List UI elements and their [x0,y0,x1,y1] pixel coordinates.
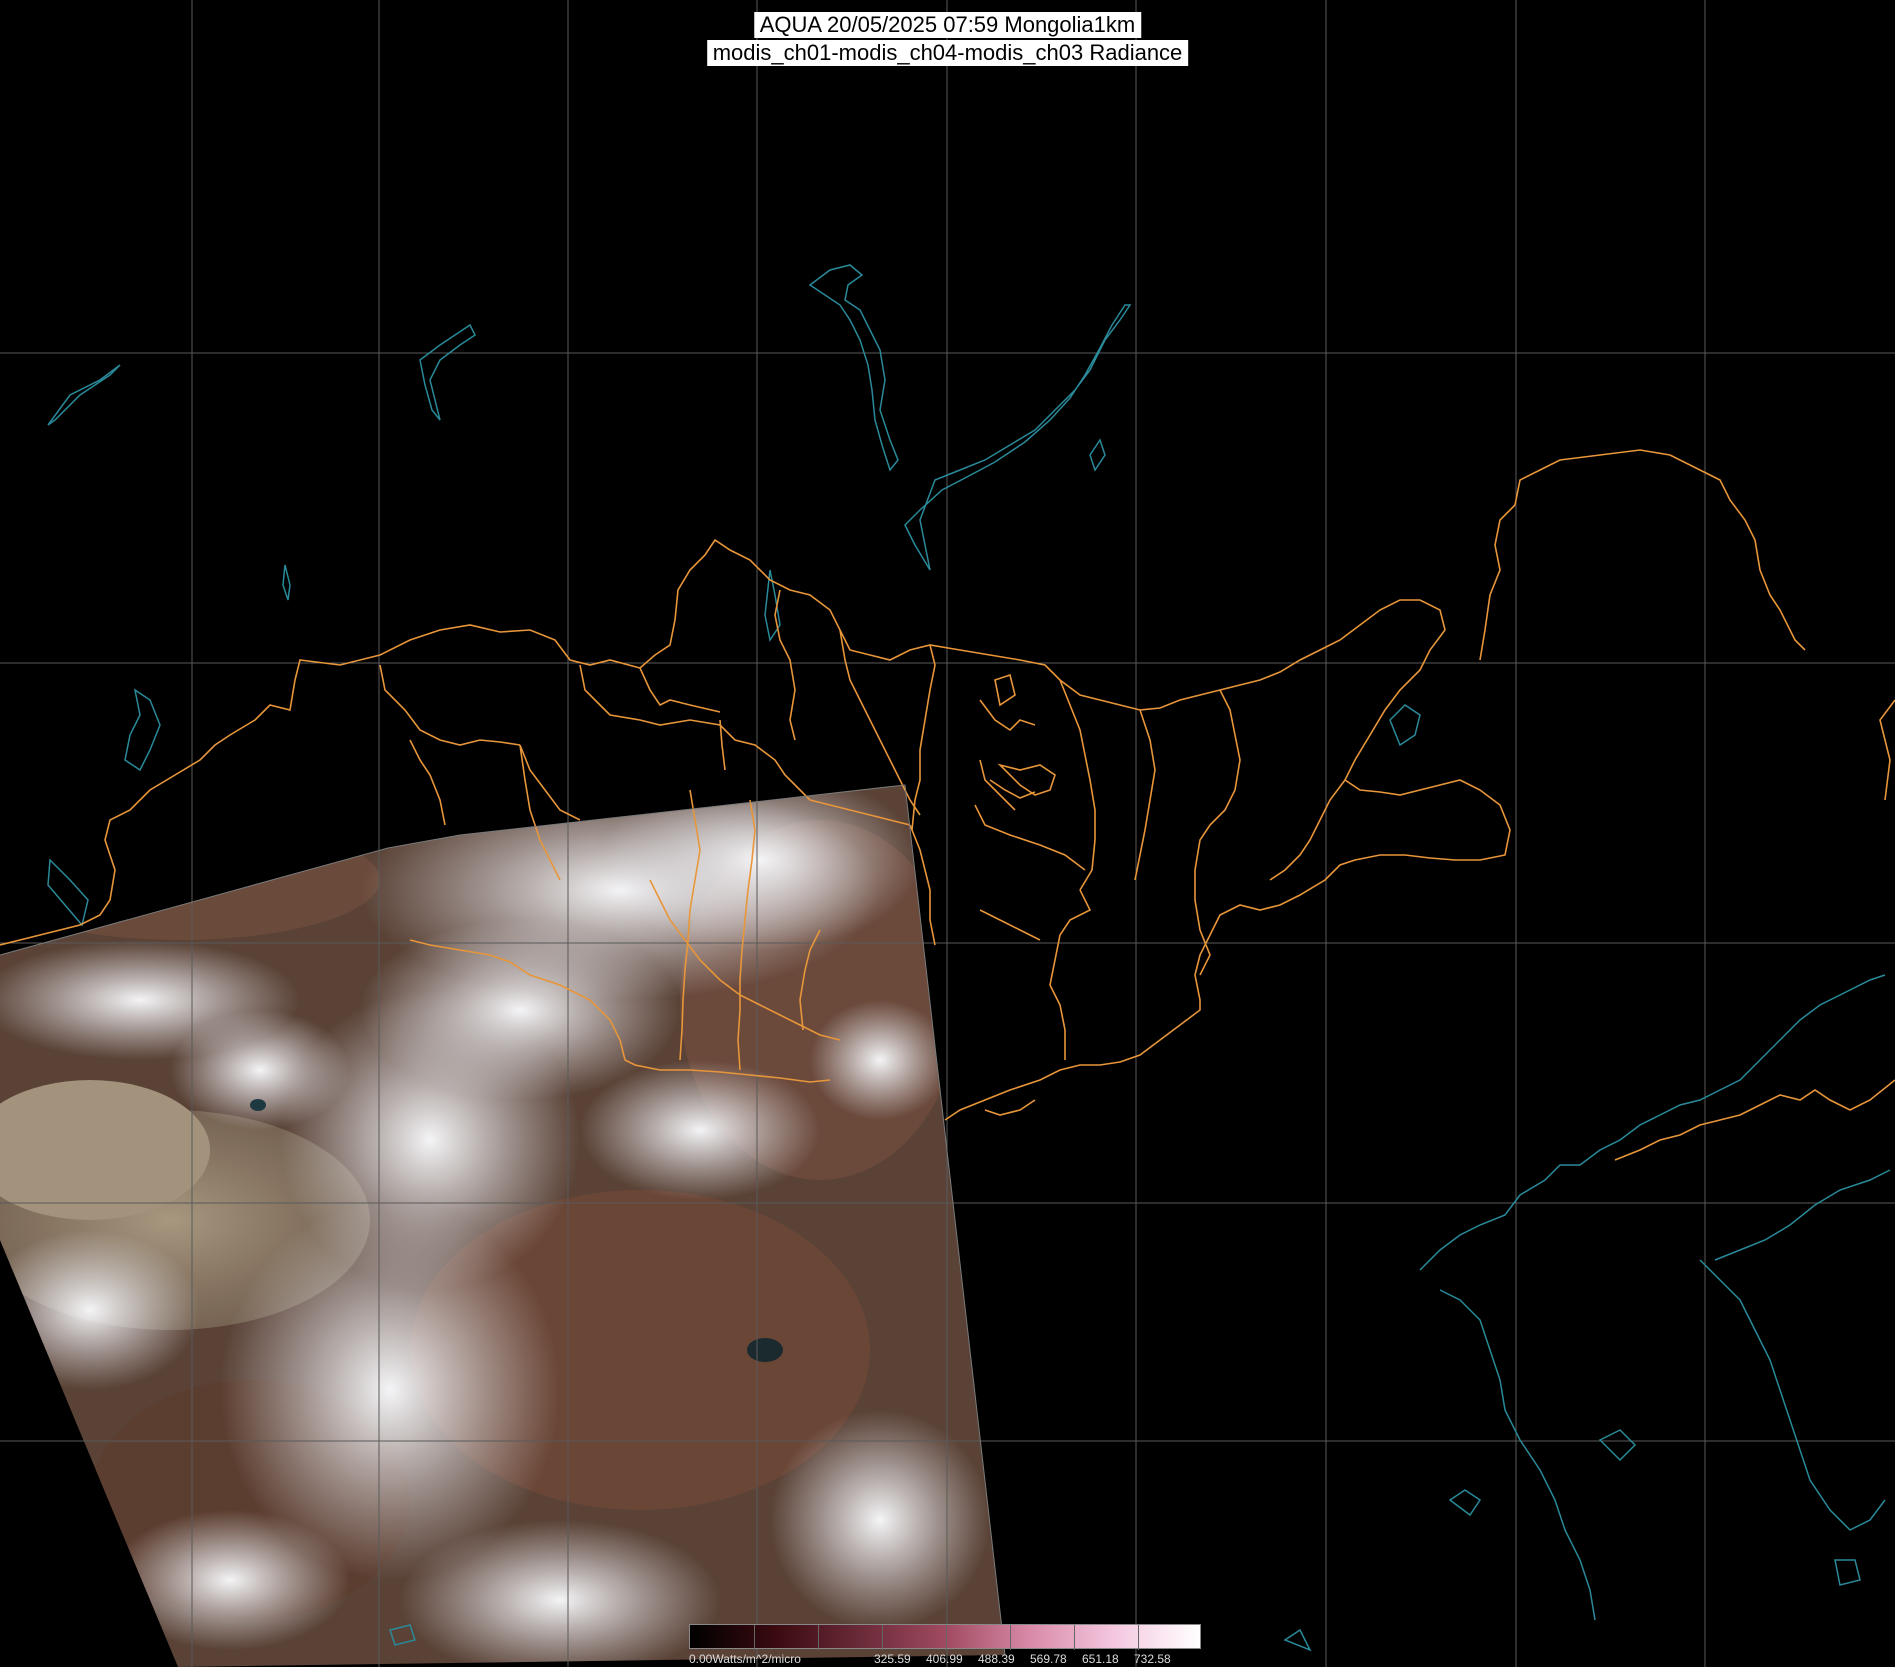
map-title-line2: modis_ch01-modis_ch04-modis_ch03 Radianc… [706,40,1189,66]
map-title-line1: AQUA 20/05/2025 07:59 Mongolia1km [753,12,1142,38]
colorbar-label-2: 406.99 [926,1652,963,1666]
colorbar-label-5: 651.18 [1082,1652,1119,1666]
colorbar-label-4: 569.78 [1030,1652,1067,1666]
colorbar-label-3: 488.39 [978,1652,1015,1666]
colorbar-label-1: 325.59 [874,1652,911,1666]
colorbar-tick [818,1625,819,1650]
colorbar-label-min: 0.00Watts/m^2/micro [689,1652,801,1666]
satellite-map [0,0,1895,1667]
colorbar-tick [882,1625,883,1650]
colorbar-ramp [689,1624,1201,1650]
colorbar-label-6: 732.58 [1134,1652,1171,1666]
colorbar-tick [1010,1625,1011,1650]
colorbar-tick [946,1625,947,1650]
colorbar-tick [754,1625,755,1650]
satellite-swath [0,785,1005,1667]
colorbar-tick [1074,1625,1075,1650]
colorbar-tick [1138,1625,1139,1650]
colorbar: 0.00Watts/m^2/micro 325.59 406.99 488.39… [689,1624,1201,1666]
